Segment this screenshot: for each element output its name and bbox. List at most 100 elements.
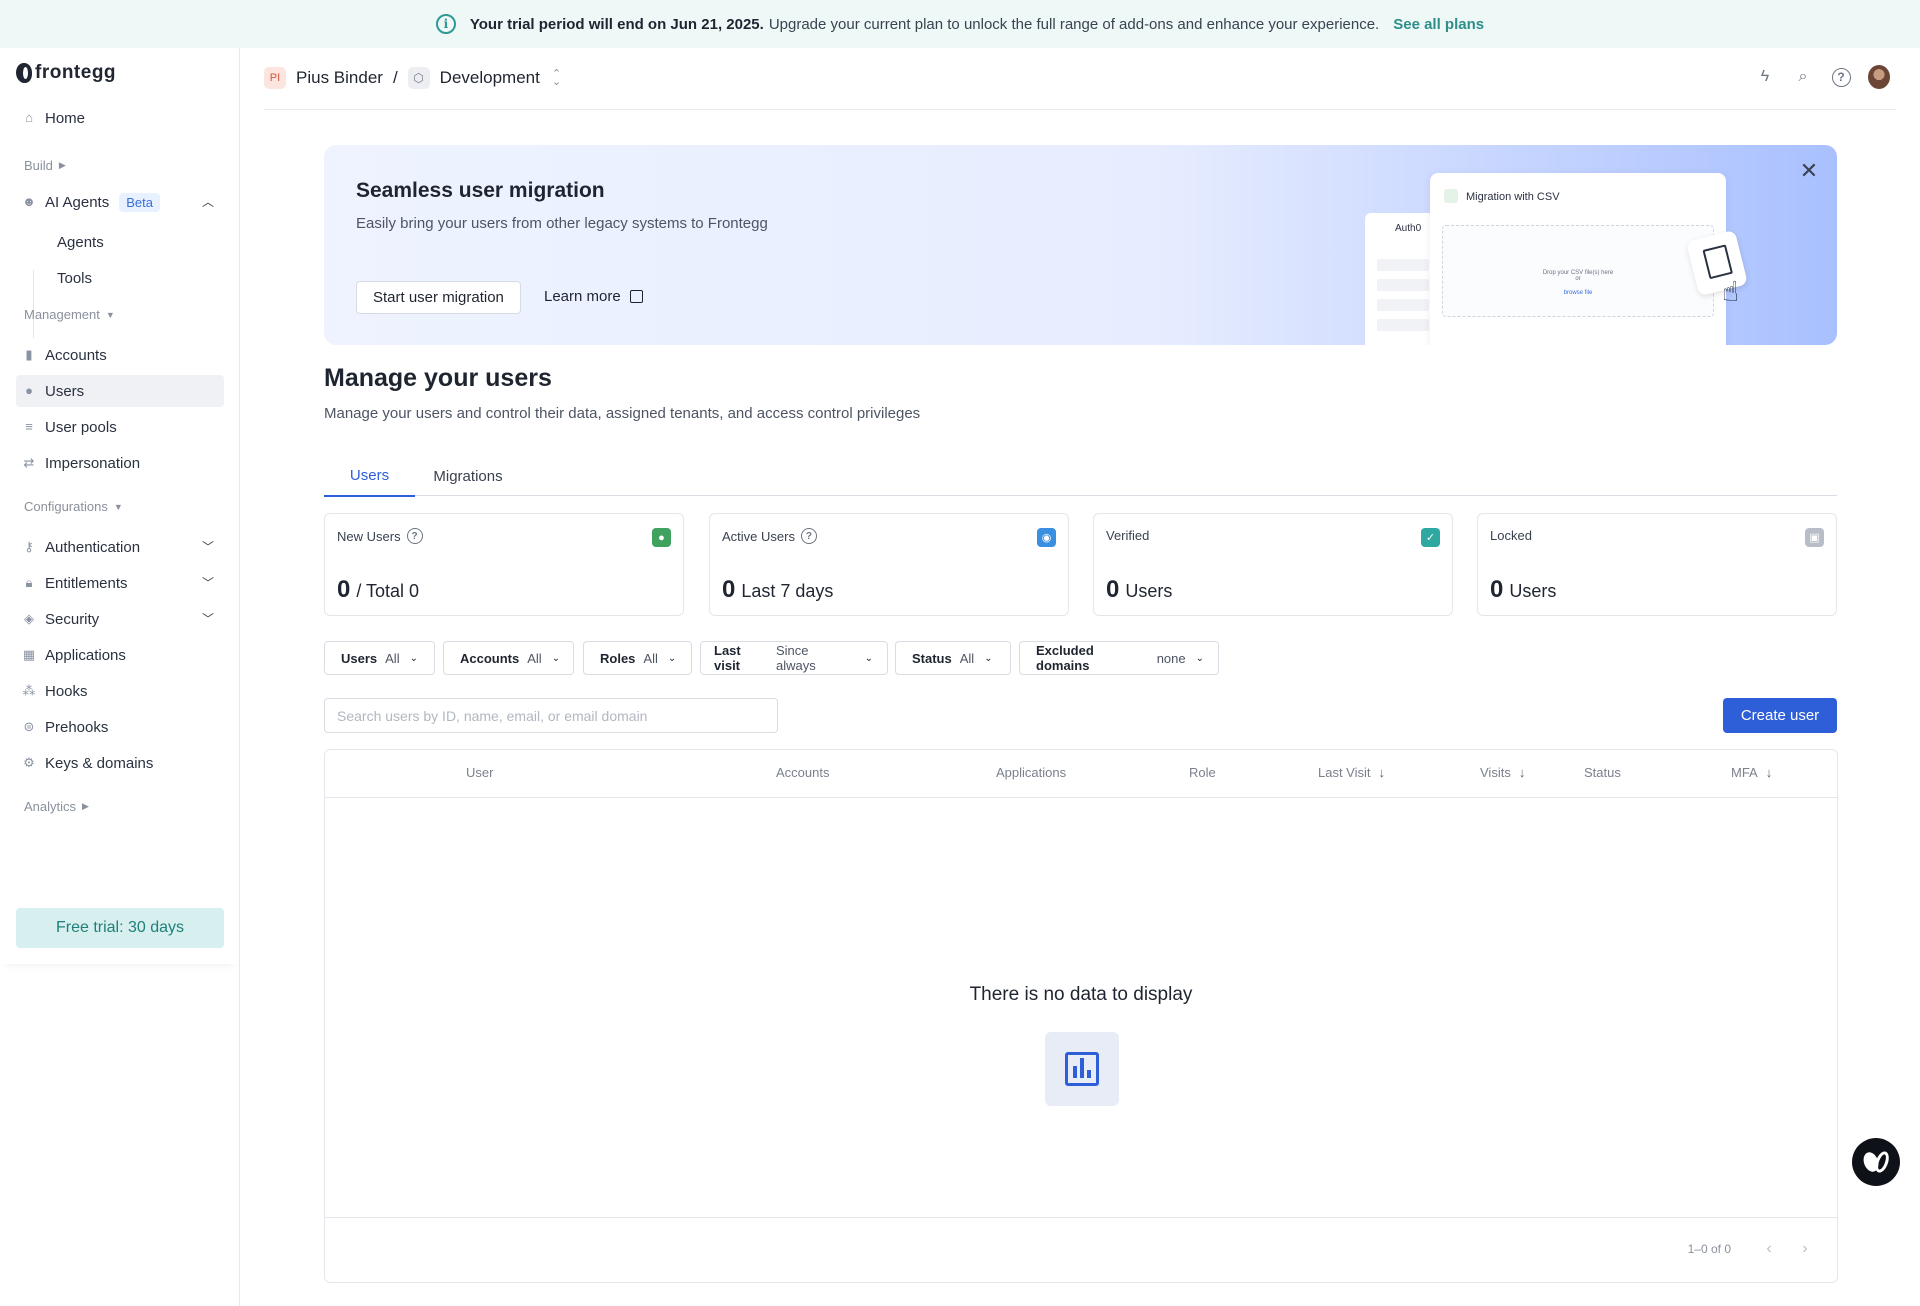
chevron-up-icon[interactable]: ︿ <box>200 194 216 210</box>
stat-label: Active Users <box>722 528 795 544</box>
sidebar-item-entitlements[interactable]: 🔒︎ Entitlements ﹀ <box>16 567 224 599</box>
sidebar-item-label: Entitlements <box>45 574 128 592</box>
chevron-down-icon[interactable]: ﹀ <box>200 575 216 591</box>
filter-key: Users <box>341 650 378 666</box>
free-trial-button[interactable]: Free trial: 30 days <box>16 908 224 948</box>
column-user[interactable]: User <box>466 765 493 780</box>
learn-more-link[interactable]: Learn more <box>544 288 643 305</box>
filter-excluded-domains[interactable]: Excluded domains none ⌄ <box>1019 641 1219 675</box>
lightning-icon[interactable]: ϟ <box>1754 66 1776 88</box>
sidebar-item-tools[interactable]: Tools <box>57 270 92 287</box>
column-applications[interactable]: Applications <box>996 765 1066 780</box>
stat-label: Verified <box>1106 528 1150 543</box>
sidebar-item-label: Applications <box>45 646 126 664</box>
home-icon: ⌂ <box>25 110 33 125</box>
chevron-right-icon[interactable]: › <box>1797 1240 1813 1258</box>
help-icon[interactable]: ? <box>406 528 423 544</box>
header: PI Pius Binder / ⬡ Development ⌃ ⌄ ϟ ⌕ ? <box>264 48 1896 110</box>
arrow-down-icon: ↓ <box>1765 765 1773 780</box>
building-icon: ▮ <box>25 347 33 362</box>
filter-status[interactable]: Status All ⌄ <box>895 641 1011 675</box>
sidebar-item-security[interactable]: ◈ Security ﹀ <box>16 603 224 635</box>
column-label: Status <box>1584 765 1621 780</box>
search-icon[interactable]: ⌕ <box>1792 66 1814 88</box>
lock-icon: ▣ <box>1805 528 1824 547</box>
column-status[interactable]: Status <box>1584 765 1621 780</box>
pagination-info: 1–0 of 0 <box>1687 1242 1731 1256</box>
chat-launcher-button[interactable] <box>1852 1138 1900 1186</box>
user-avatar[interactable] <box>1868 65 1890 89</box>
promo-illustration-csv: Migration with CSV Drop your CSV file(s)… <box>1430 173 1726 345</box>
help-icon[interactable]: ? <box>1830 66 1852 88</box>
environment-selector[interactable]: Development <box>440 68 540 88</box>
stat-value: 0 <box>1106 576 1120 603</box>
sidebar-item-accounts[interactable]: ▮ Accounts <box>16 339 224 371</box>
column-label: User <box>466 765 494 780</box>
sidebar-item-users[interactable]: ● Users <box>16 375 224 407</box>
filter-accounts[interactable]: Accounts All ⌄ <box>443 641 574 675</box>
breadcrumb-separator: / <box>392 68 398 87</box>
sidebar-item-prehooks[interactable]: ⊜ Prehooks <box>16 711 224 743</box>
chevron-down-icon[interactable]: ﹀ <box>200 539 216 555</box>
column-label: Accounts <box>776 765 830 780</box>
column-label: Role <box>1189 765 1216 780</box>
filter-last-visit[interactable]: Last visit Since always ⌄ <box>700 641 888 675</box>
chevron-down-icon[interactable]: ﹀ <box>200 611 216 627</box>
gear-icon: ⚙ <box>23 755 35 770</box>
mock-browse-link: browse file <box>1563 290 1593 296</box>
start-user-migration-button[interactable]: Start user migration <box>356 281 521 314</box>
users-group-icon: ≡ <box>25 419 33 434</box>
stat-label: Locked <box>1490 528 1532 543</box>
sidebar-item-home[interactable]: ⌂ Home <box>16 102 224 134</box>
sidebar-item-authentication[interactable]: ⚷ Authentication ﹀ <box>16 531 224 563</box>
sidebar-item-applications[interactable]: ▦ Applications <box>16 639 224 671</box>
apps-grid-icon: ▦ <box>22 647 36 662</box>
close-icon[interactable]: ✕ <box>1797 159 1821 183</box>
sidebar-item-ai-agents[interactable]: ☻ AI Agents Beta ︿ <box>16 186 224 218</box>
column-role[interactable]: Role <box>1189 765 1216 780</box>
tab-bar: Users Migrations <box>324 456 1837 497</box>
section-build[interactable]: Build ▶ <box>24 158 66 173</box>
shield-check-icon: ✓ <box>1421 528 1440 547</box>
table-footer: 1–0 of 0 ‹ › <box>325 1217 1837 1283</box>
filter-roles[interactable]: Roles All ⌄ <box>583 641 692 675</box>
column-visits[interactable]: Visits ↓ <box>1480 765 1525 780</box>
see-all-plans-link[interactable]: See all plans <box>1393 16 1484 33</box>
column-mfa[interactable]: MFA ↓ <box>1731 765 1772 780</box>
search-input[interactable] <box>324 698 778 733</box>
caret-down-icon: ▼ <box>113 501 123 512</box>
stat-suffix: Last 7 days <box>741 581 834 601</box>
sidebar-item-hooks[interactable]: ⁂ Hooks <box>16 675 224 707</box>
column-accounts[interactable]: Accounts <box>776 765 829 780</box>
create-user-button[interactable]: Create user <box>1723 698 1837 733</box>
column-last-visit[interactable]: Last Visit ↓ <box>1318 765 1385 780</box>
section-configurations[interactable]: Configurations ▼ <box>24 499 123 514</box>
csv-icon <box>1444 189 1458 203</box>
sidebar-item-agents[interactable]: Agents <box>57 234 104 251</box>
workspace-name[interactable]: Pius Binder <box>296 68 383 88</box>
chevron-left-icon[interactable]: ‹ <box>1761 1240 1777 1258</box>
sidebar-item-impersonation[interactable]: ⇄ Impersonation <box>16 447 224 479</box>
mock-auth0-title: Auth0 <box>1395 223 1422 234</box>
filter-users[interactable]: Users All ⌄ <box>324 641 435 675</box>
section-analytics[interactable]: Analytics ▶ <box>24 799 89 814</box>
table-header: User Accounts Applications Role Last Vis… <box>325 750 1837 798</box>
filter-key: Status <box>912 650 952 666</box>
filter-key: Excluded domains <box>1036 643 1094 673</box>
section-management[interactable]: Management ▼ <box>24 307 115 322</box>
sidebar-item-user-pools[interactable]: ≡ User pools <box>16 411 224 443</box>
help-icon[interactable]: ? <box>800 528 817 544</box>
stat-card-locked: Locked ▣ 0 Users <box>1477 513 1837 616</box>
sidebar-item-keys-domains[interactable]: ⚙ Keys & domains <box>16 747 224 779</box>
frontegg-logo[interactable]: frontegg <box>16 62 116 84</box>
mock-drop-or: or <box>1575 276 1581 282</box>
filter-key: Accounts <box>460 650 520 666</box>
tab-migrations[interactable]: Migrations <box>415 456 521 496</box>
logo-text: frontegg <box>35 62 117 83</box>
sidebar-item-label: Security <box>45 610 100 628</box>
chevron-down-icon: ⌄ <box>551 652 561 664</box>
stat-suffix: Users <box>1509 581 1557 601</box>
tab-users[interactable]: Users <box>324 456 415 497</box>
stat-label: New Users <box>337 528 401 544</box>
sort-updown-icon[interactable]: ⌃ ⌄ <box>552 69 561 88</box>
